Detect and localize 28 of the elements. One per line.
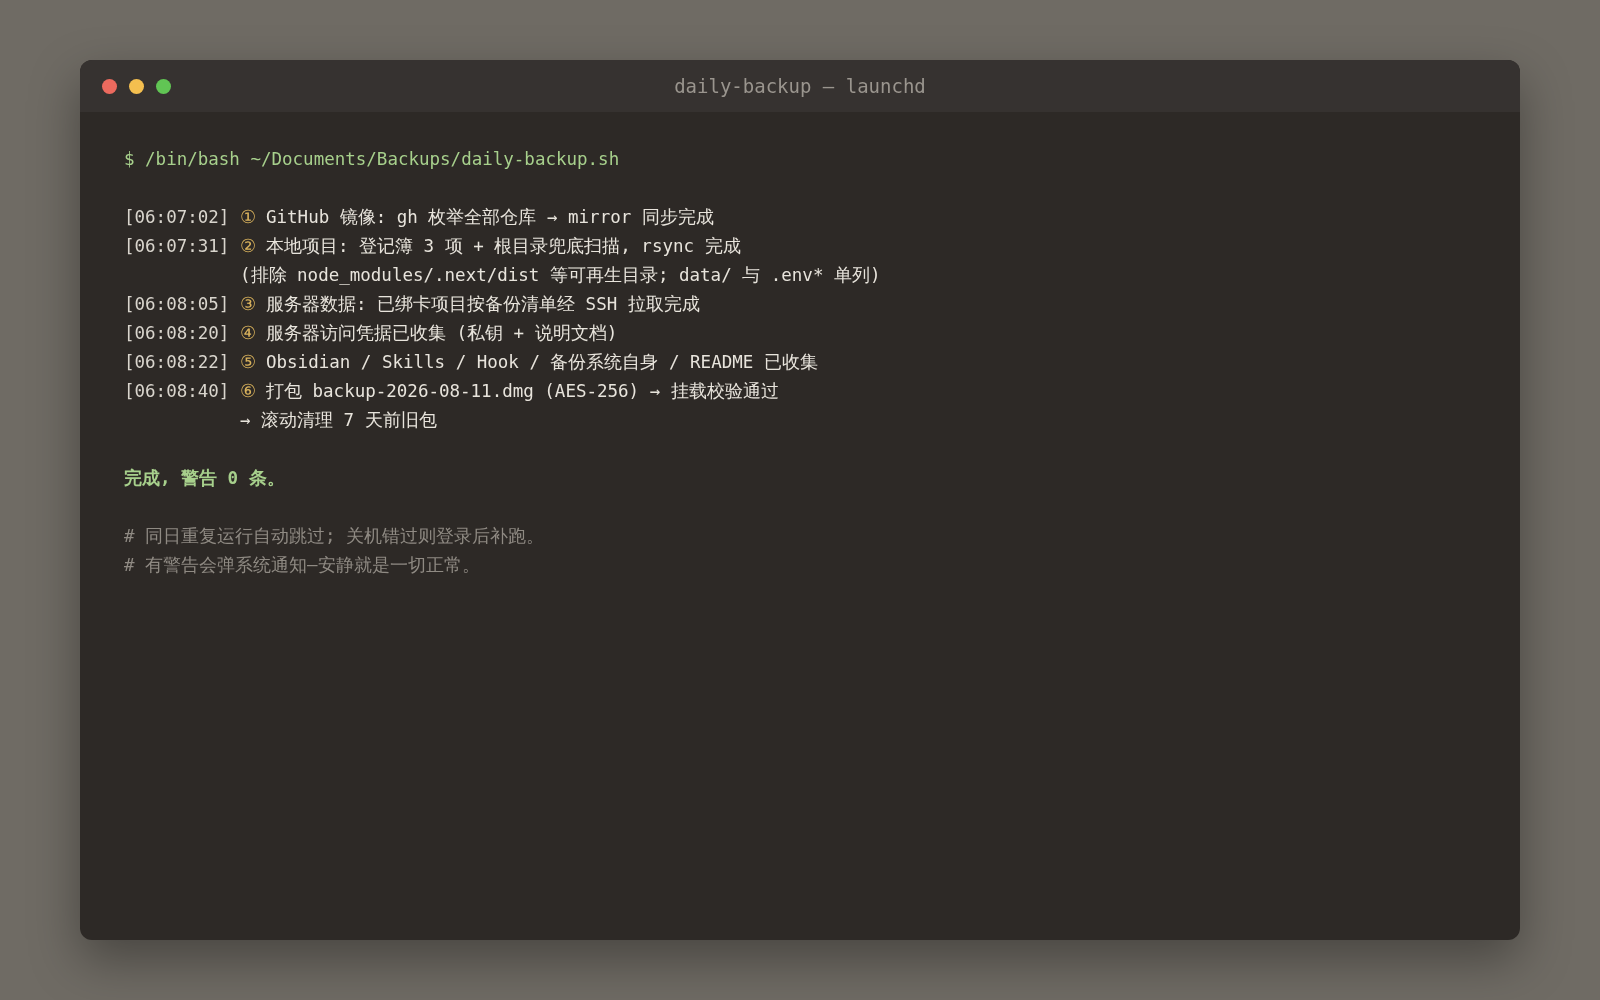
timestamp: [06:07:02]	[124, 206, 231, 227]
success-message: 完成, 警告 0 条。	[124, 466, 285, 490]
timestamp: [06:08:20]	[124, 322, 231, 343]
timestamp: [06:08:22]	[124, 351, 231, 372]
timestamp: [06:08:40]	[124, 380, 231, 401]
log-message: 服务器数据: 已绑卡项目按备份清单经 SSH 拉取完成	[266, 292, 700, 316]
step-marker: ②	[240, 235, 256, 256]
log-message: 服务器访问凭据已收集 (私钥 + 说明文档)	[266, 321, 618, 345]
log-message: GitHub 镜像: gh 枚举全部仓库 → mirror 同步完成	[266, 205, 714, 229]
command-line: $ /bin/bash ~/Documents/Backups/daily-backup.sh	[124, 148, 620, 169]
window-title: daily-backup — launchd	[674, 75, 926, 97]
log-message: (排除 node_modules/.next/dist 等可再生目录; data/ 与 .env* 单列)	[240, 263, 881, 287]
close-button[interactable]	[102, 78, 117, 94]
comment-line: # 有警告会弹系统通知—安静就是一切正常。	[124, 553, 480, 577]
step-marker: ①	[240, 206, 256, 227]
step-marker: ⑤	[240, 351, 256, 372]
timestamp: [06:07:31]	[124, 235, 231, 256]
log-message: → 滚动清理 7 天前旧包	[240, 408, 437, 432]
timestamp: [06:08:05]	[124, 293, 231, 314]
log-message: Obsidian / Skills / Hook / 备份系统自身 / README 已收集	[266, 350, 818, 374]
log-message: 打包 backup-2026-08-11.dmg (AES-256) → 挂载校验通过	[266, 379, 779, 403]
step-marker: ③	[240, 293, 256, 314]
comment-line: # 同日重复运行自动跳过; 关机错过则登录后补跑。	[124, 524, 545, 548]
log-message: 本地项目: 登记簿 3 项 + 根目录兜底扫描, rsync 完成	[266, 234, 741, 258]
step-marker: ⑥	[240, 380, 256, 401]
zoom-button[interactable]	[156, 78, 171, 94]
minimize-button[interactable]	[129, 78, 144, 94]
step-marker: ④	[240, 322, 256, 343]
